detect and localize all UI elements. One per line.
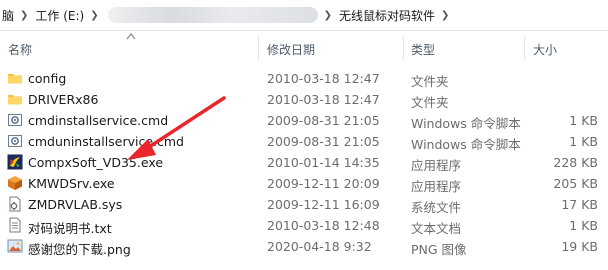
exe-service-icon — [8, 176, 22, 190]
file-type: 应用程序 — [411, 158, 462, 173]
breadcrumb-item-current-folder[interactable]: 无线鼠标对码软件 — [339, 7, 435, 24]
file-row[interactable]: 对码说明书.txt 2010-03-18 12:48 文本文档 1 KB — [0, 215, 608, 236]
breadcrumb-label: 无线鼠标对码软件 — [339, 8, 436, 23]
file-name: CompxSoft_VD35.exe — [28, 155, 164, 170]
file-name: 感谢您的下载.png — [28, 242, 131, 257]
file-name: cmdinstallservice.cmd — [28, 113, 169, 128]
file-row[interactable]: cmdinstallservice.cmd 2009-08-31 21:05 W… — [0, 110, 608, 131]
breadcrumb: 脑 ❯ 工作 (E:) ❯ ❯ 无线鼠标对码软件 ❯ — [0, 0, 608, 31]
sort-ascending-icon — [126, 33, 136, 40]
file-size: 19 KB — [561, 239, 598, 254]
breadcrumb-item-computer[interactable]: 脑 — [2, 7, 14, 24]
text-file-icon — [9, 217, 21, 233]
breadcrumb-item-drive[interactable]: 工作 (E:) — [35, 7, 84, 24]
chevron-right-icon[interactable]: ❯ — [324, 10, 332, 21]
file-date: 2009-12-11 16:09 — [267, 197, 380, 212]
folder-icon — [8, 95, 22, 105]
file-name: KMWDSrv.exe — [28, 176, 115, 191]
file-date: 2010-03-18 12:47 — [267, 71, 380, 86]
file-name: ZMDRVLAB.sys — [28, 197, 123, 212]
cmd-file-icon — [8, 135, 22, 147]
file-date: 2009-08-31 21:05 — [267, 134, 380, 149]
file-size: 1 KB — [569, 113, 598, 128]
breadcrumb-label: 工作 (E:) — [35, 8, 85, 23]
file-name: DRIVERx86 — [28, 92, 99, 107]
chevron-right-icon[interactable]: ❯ — [20, 10, 28, 21]
file-row[interactable]: 感谢您的下载.png 2020-04-18 9:32 PNG 图像 19 KB — [0, 236, 608, 257]
column-divider[interactable] — [258, 36, 259, 60]
chevron-right-icon[interactable]: ❯ — [441, 10, 449, 21]
file-row[interactable]: ZMDRVLAB.sys 2009-12-11 16:09 系统文件 17 KB — [0, 194, 608, 215]
file-row[interactable]: DRIVERx86 2010-03-18 12:47 文件夹 — [0, 89, 608, 110]
file-type: 文件夹 — [411, 95, 449, 110]
file-size: 17 KB — [561, 197, 598, 212]
file-type: Windows 命令脚本 — [411, 116, 521, 131]
exe-app-icon — [7, 154, 23, 170]
file-date: 2020-04-18 9:32 — [267, 239, 372, 254]
column-header-type[interactable]: 类型 — [411, 41, 435, 58]
file-size: 228 KB — [553, 155, 598, 170]
column-header-name[interactable]: 名称 — [8, 41, 32, 58]
chevron-right-icon[interactable]: ❯ — [90, 10, 98, 21]
file-type: PNG 图像 — [411, 242, 467, 257]
file-row[interactable]: KMWDSrv.exe 2009-12-11 20:09 应用程序 205 KB — [0, 173, 608, 194]
file-type: 应用程序 — [411, 179, 462, 194]
file-name: config — [28, 71, 67, 86]
file-size: 1 KB — [569, 218, 598, 233]
breadcrumb-label: 脑 — [2, 8, 15, 23]
file-type: Windows 命令脚本 — [411, 137, 521, 152]
sys-file-icon — [9, 196, 21, 212]
file-name: 对码说明书.txt — [28, 221, 112, 236]
column-divider[interactable] — [524, 36, 525, 60]
column-divider[interactable] — [403, 36, 404, 60]
file-row[interactable]: config 2010-03-18 12:47 文件夹 — [0, 68, 608, 89]
file-type: 系统文件 — [411, 200, 462, 215]
file-size: 1 KB — [569, 134, 598, 149]
png-image-icon — [7, 239, 23, 253]
file-date: 2009-08-31 21:05 — [267, 113, 380, 128]
folder-icon — [8, 74, 22, 84]
file-name: cmduninstallservice.cmd — [28, 134, 184, 149]
cmd-file-icon — [8, 114, 22, 126]
file-row[interactable]: CompxSoft_VD35.exe 2010-01-14 14:35 应用程序… — [0, 152, 608, 173]
column-header-size[interactable]: 大小 — [533, 41, 557, 58]
blurred-path-segment[interactable] — [107, 7, 318, 23]
column-header-date[interactable]: 修改日期 — [267, 41, 315, 58]
file-date: 2009-12-11 20:09 — [267, 176, 380, 191]
file-type: 文本文档 — [411, 221, 462, 236]
column-header: 名称 修改日期 类型 大小 — [0, 33, 608, 62]
file-row[interactable]: cmduninstallservice.cmd 2009-08-31 21:05… — [0, 131, 608, 152]
file-list: config 2010-03-18 12:47 文件夹 DRIVERx86 20… — [0, 68, 608, 257]
file-size: 205 KB — [553, 176, 598, 191]
file-date: 2010-01-14 14:35 — [267, 155, 380, 170]
file-date: 2010-03-18 12:48 — [267, 218, 380, 233]
file-type: 文件夹 — [411, 74, 449, 89]
file-date: 2010-03-18 12:47 — [267, 92, 380, 107]
